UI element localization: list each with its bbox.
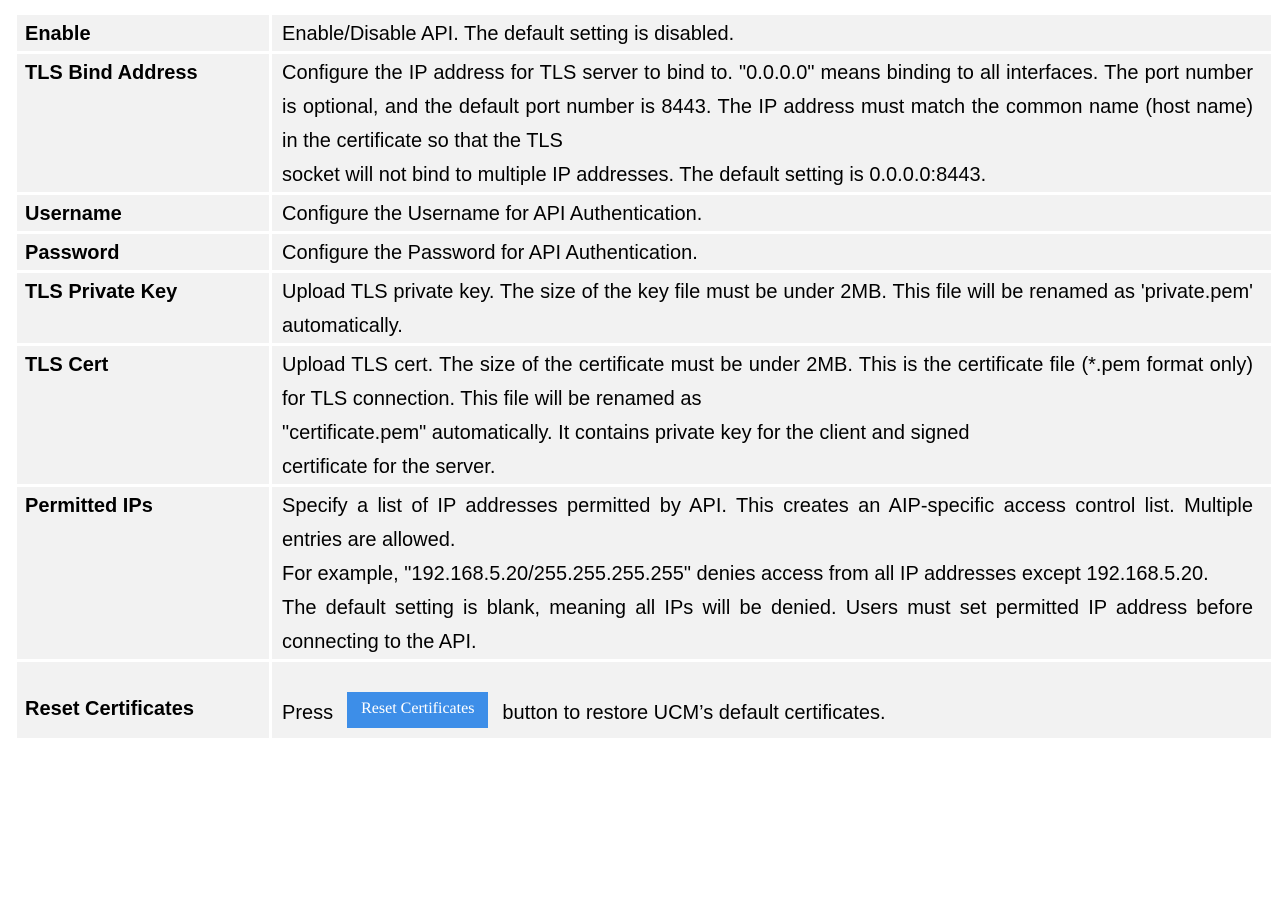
row-description: Configure the Password for API Authentic… (269, 234, 1271, 270)
row-description: Upload TLS private key. The size of the … (269, 273, 1271, 343)
description-line: The default setting is blank, meaning al… (282, 597, 1253, 653)
row-description: Enable/Disable API. The default setting … (269, 15, 1271, 51)
description-line: Configure the Username for API Authentic… (282, 203, 703, 225)
reset-prefix-text: Press (282, 702, 334, 724)
description-line: For example, "192.168.5.20/255.255.255.2… (282, 563, 1209, 585)
row-description: Press Reset Certificates button to restore… (269, 662, 1271, 738)
description-line: Upload TLS private key. The size of the … (282, 281, 1253, 337)
table-row-permitted-ips: Permitted IPs Specify a list of IP addre… (17, 487, 1271, 659)
table-row-username: Username Configure the Username for API … (17, 195, 1271, 231)
row-label: Username (25, 203, 122, 225)
row-description: Specify a list of IP addresses permitted… (269, 487, 1271, 659)
table-row-tls-private-key: TLS Private Key Upload TLS private key. … (17, 273, 1271, 343)
table-row-tls-cert: TLS Cert Upload TLS cert. The size of th… (17, 346, 1271, 484)
row-description: Configure the IP address for TLS server … (269, 54, 1271, 192)
description-line: certificate for the server. (282, 456, 496, 478)
table-row-password: Password Configure the Password for API … (17, 234, 1271, 270)
api-settings-table: Enable Enable/Disable API. The default s… (17, 15, 1271, 738)
table-row-reset-certificates: Reset Certificates Press Reset Certificat… (17, 662, 1271, 738)
row-label: Enable (25, 23, 91, 45)
description-line: Specify a list of IP addresses permitted… (282, 495, 1253, 551)
description-line: Enable/Disable API. The default setting … (282, 23, 735, 45)
row-label: TLS Bind Address (25, 62, 198, 84)
row-description: Upload TLS cert. The size of the certifi… (269, 346, 1271, 484)
row-label: Permitted IPs (25, 495, 153, 517)
description-line: Configure the IP address for TLS server … (282, 62, 1253, 152)
table-row-tls-bind-address: TLS Bind Address Configure the IP addres… (17, 54, 1271, 192)
reset-suffix-text: button to restore UCM’s default certific… (502, 702, 886, 724)
reset-certificates-button[interactable]: Reset Certificates (347, 692, 489, 728)
description-line: "certificate.pem" automatically. It cont… (282, 422, 970, 444)
row-label: TLS Cert (25, 354, 109, 376)
row-label: TLS Private Key (25, 281, 178, 303)
row-label: Password (25, 242, 120, 264)
table-row-enable: Enable Enable/Disable API. The default s… (17, 15, 1271, 51)
description-line: Upload TLS cert. The size of the certifi… (282, 354, 1253, 410)
row-label: Reset Certificates (25, 698, 194, 720)
description-line: Configure the Password for API Authentic… (282, 242, 698, 264)
row-description: Configure the Username for API Authentic… (269, 195, 1271, 231)
description-line: socket will not bind to multiple IP addr… (282, 164, 987, 186)
